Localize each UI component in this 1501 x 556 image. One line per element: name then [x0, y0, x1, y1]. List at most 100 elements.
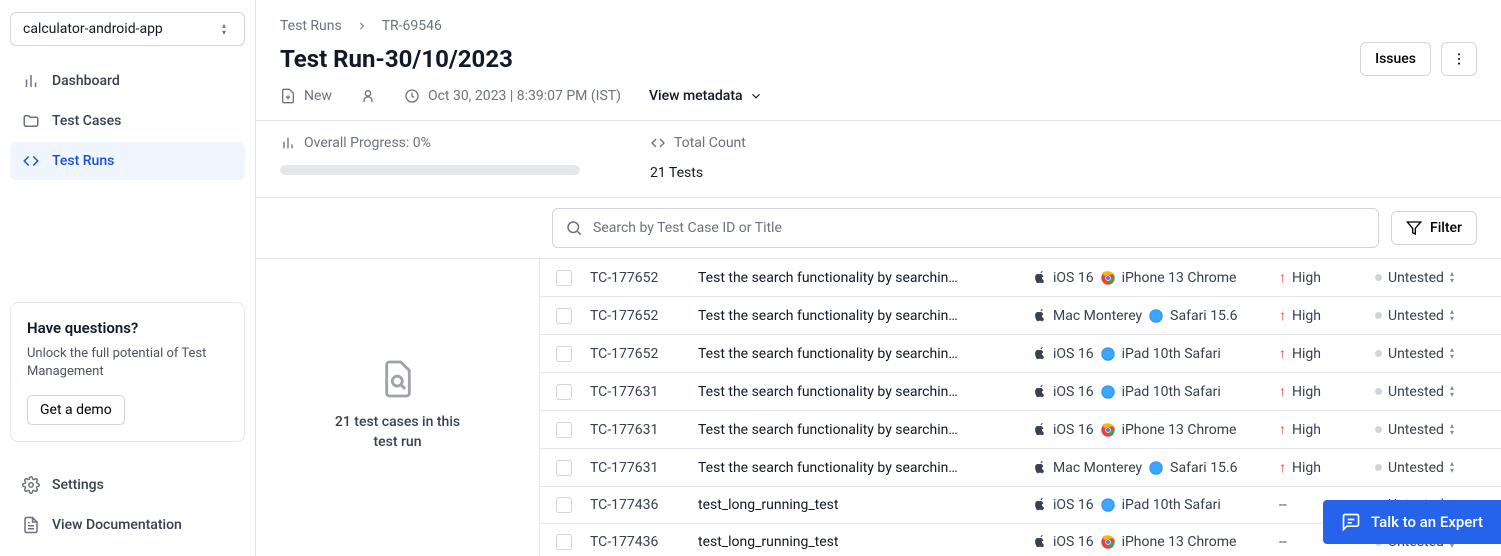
more-menu-button[interactable]	[1441, 42, 1477, 76]
tc-title: Test the search functionality by searchi…	[698, 460, 1017, 476]
status-label: Untested	[1388, 422, 1444, 438]
sidebar-item-settings[interactable]: Settings	[10, 466, 245, 504]
table-row[interactable]: TC-177652 Test the search functionality …	[540, 335, 1501, 373]
sidebar-item-label: Test Cases	[52, 113, 121, 129]
issues-button[interactable]: Issues	[1360, 42, 1431, 76]
table-row[interactable]: TC-177631 Test the search functionality …	[540, 449, 1501, 487]
sidebar-item-label: Settings	[52, 477, 104, 493]
clock-icon	[404, 88, 420, 104]
arrow-up-icon: ↑	[1279, 421, 1286, 438]
table-row[interactable]: TC-177652 Test the search functionality …	[540, 259, 1501, 297]
tc-priority: ↑ High	[1279, 383, 1359, 400]
row-checkbox[interactable]	[556, 422, 574, 438]
row-checkbox[interactable]	[556, 460, 574, 476]
status-dot-icon	[1375, 274, 1382, 281]
chevron-sort-icon: ▴▾	[1450, 271, 1460, 285]
tc-status-dropdown[interactable]: Untested ▴▾	[1375, 308, 1485, 324]
view-metadata-link[interactable]: View metadata	[649, 88, 763, 104]
priority-label: High	[1292, 346, 1321, 362]
status-dot-icon	[1375, 426, 1382, 433]
total-count-value: 21 Tests	[650, 165, 746, 181]
chat-icon	[1341, 512, 1361, 532]
chevron-right-icon	[356, 20, 368, 32]
tc-environment: iOS 16 iPad 10th Safari	[1033, 346, 1263, 362]
main-content: Test Runs TR-69546 Test Run-30/10/2023 I…	[256, 0, 1501, 556]
chevron-sort-icon: ▴▾	[1450, 423, 1460, 437]
row-checkbox[interactable]	[556, 534, 574, 550]
progress-text: Overall Progress: 0%	[304, 135, 431, 151]
status-dot-icon	[1375, 350, 1382, 357]
apple-icon	[1033, 534, 1047, 550]
tc-status-dropdown[interactable]: Untested ▴▾	[1375, 346, 1485, 362]
code-icon	[650, 135, 666, 151]
search-input[interactable]	[593, 220, 1366, 236]
status-label: Untested	[1388, 460, 1444, 476]
row-checkbox[interactable]	[556, 308, 574, 324]
tc-id: TC-177631	[590, 422, 682, 438]
tc-environment: iOS 16 iPhone 13 Chrome	[1033, 270, 1263, 286]
tc-status-dropdown[interactable]: Untested ▴▾	[1375, 270, 1485, 286]
tc-title: Test the search functionality by searchi…	[698, 384, 1017, 400]
sidebar-item-test-runs[interactable]: Test Runs	[10, 142, 245, 180]
filter-button[interactable]: Filter	[1391, 211, 1477, 245]
row-checkbox[interactable]	[556, 384, 574, 400]
chrome-icon	[1100, 534, 1116, 550]
get-demo-button[interactable]: Get a demo	[27, 395, 125, 425]
search-input-wrapper[interactable]	[552, 208, 1379, 248]
chat-label: Talk to an Expert	[1371, 513, 1483, 531]
chevron-sort-icon: ▴▾	[1450, 385, 1460, 399]
table-row[interactable]: TC-177631 Test the search functionality …	[540, 411, 1501, 449]
status-dot-icon	[1375, 464, 1382, 471]
breadcrumb-root[interactable]: Test Runs	[280, 18, 342, 34]
safari-icon	[1148, 460, 1164, 476]
tc-environment: iOS 16 iPad 10th Safari	[1033, 497, 1263, 513]
priority-label: --	[1279, 497, 1287, 513]
row-checkbox[interactable]	[556, 497, 574, 513]
talk-to-expert-button[interactable]: Talk to an Expert	[1323, 500, 1501, 544]
tc-id: TC-177652	[590, 308, 682, 324]
row-checkbox[interactable]	[556, 270, 574, 286]
tc-id: TC-177652	[590, 270, 682, 286]
table-row[interactable]: TC-177631 Test the search functionality …	[540, 373, 1501, 411]
tc-status-dropdown[interactable]: Untested ▴▾	[1375, 384, 1485, 400]
sidebar-item-dashboard[interactable]: Dashboard	[10, 62, 245, 100]
env-device: iPhone 13 Chrome	[1122, 534, 1237, 550]
arrow-up-icon: ↑	[1279, 459, 1286, 476]
tc-id: TC-177631	[590, 460, 682, 476]
chrome-icon	[1100, 270, 1116, 286]
summary-line1: 21 test cases in this	[335, 413, 460, 433]
sidebar-item-test-cases[interactable]: Test Cases	[10, 102, 245, 140]
status-label: Untested	[1388, 384, 1444, 400]
status-label: Untested	[1388, 270, 1444, 286]
arrow-up-icon: ↑	[1279, 345, 1286, 362]
sidebar-item-docs[interactable]: View Documentation	[10, 506, 245, 544]
apple-icon	[1033, 346, 1047, 362]
env-os: iOS 16	[1053, 270, 1094, 286]
questions-body: Unlock the full potential of Test Manage…	[27, 345, 228, 381]
safari-icon	[1100, 346, 1116, 362]
tc-environment: iOS 16 iPhone 13 Chrome	[1033, 422, 1263, 438]
main-nav: Dashboard Test Cases Test Runs	[10, 62, 245, 180]
env-os: iOS 16	[1053, 534, 1094, 550]
tc-status-dropdown[interactable]: Untested ▴▾	[1375, 422, 1485, 438]
project-select[interactable]: calculator-android-app ▴▾	[10, 12, 245, 46]
status-dot-icon	[1375, 312, 1382, 319]
sidebar-item-label: View Documentation	[52, 517, 182, 533]
priority-label: High	[1292, 308, 1321, 324]
env-device: iPhone 13 Chrome	[1122, 422, 1237, 438]
state-badge-label: New	[304, 88, 332, 104]
tc-status-dropdown[interactable]: Untested ▴▾	[1375, 460, 1485, 476]
row-checkbox[interactable]	[556, 346, 574, 362]
view-metadata-label: View metadata	[649, 88, 743, 104]
tc-environment: Mac Monterey Safari 15.6	[1033, 460, 1263, 476]
safari-icon	[1148, 308, 1164, 324]
priority-label: High	[1292, 422, 1321, 438]
sidebar-item-label: Dashboard	[52, 73, 120, 89]
table-row[interactable]: TC-177652 Test the search functionality …	[540, 297, 1501, 335]
breadcrumb: Test Runs TR-69546	[280, 18, 1477, 34]
page-title: Test Run-30/10/2023	[280, 45, 513, 73]
code-icon	[22, 152, 40, 170]
tc-id: TC-177631	[590, 384, 682, 400]
priority-label: High	[1292, 460, 1321, 476]
priority-label: High	[1292, 270, 1321, 286]
